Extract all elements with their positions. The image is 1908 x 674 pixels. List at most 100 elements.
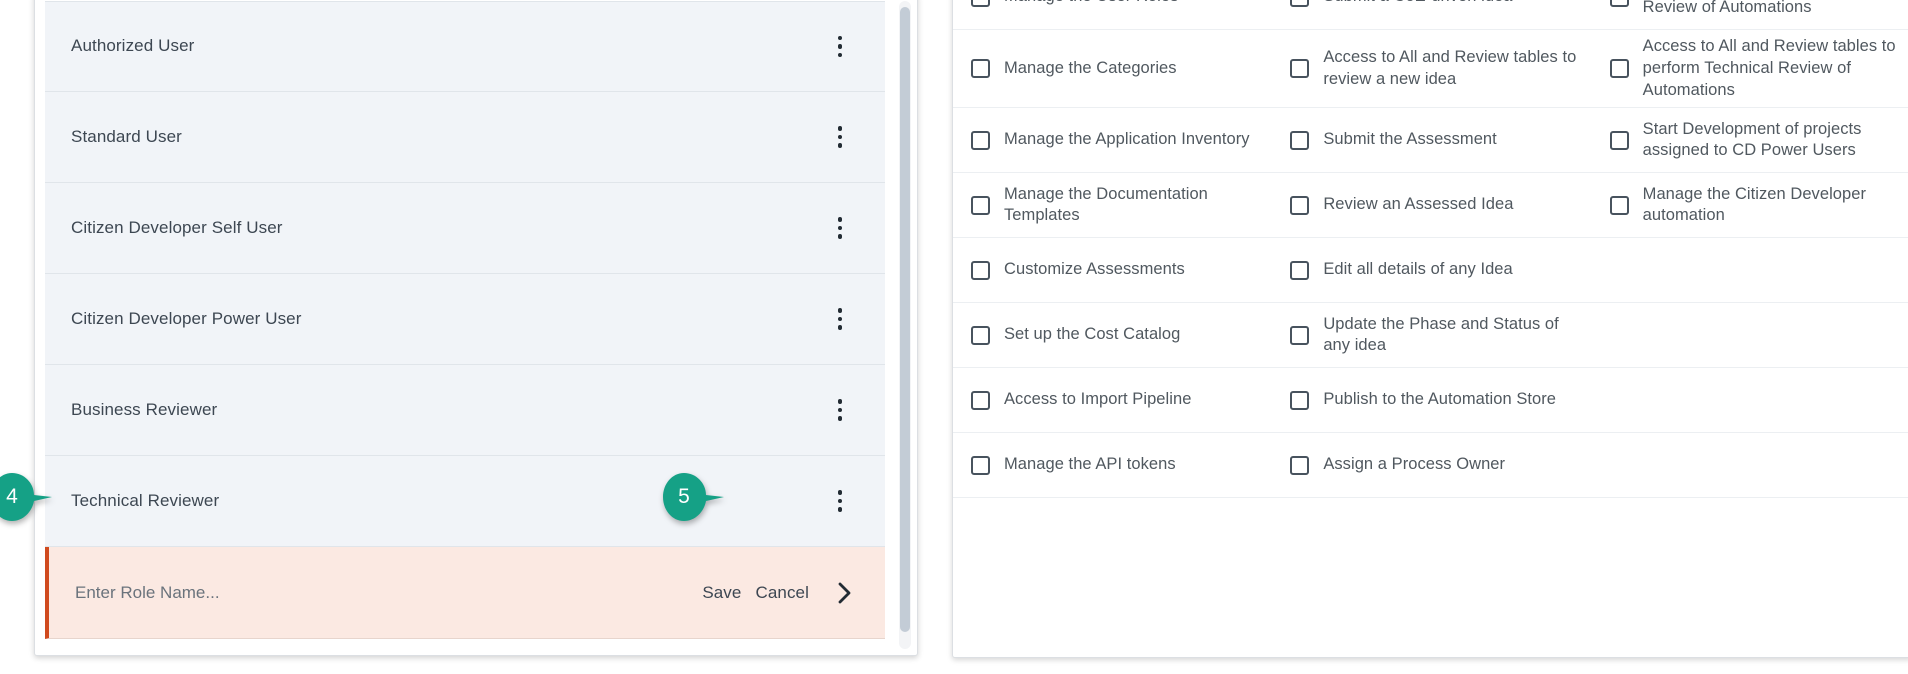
permission-row: Set up the Cost Catalog Update the Phase … <box>953 303 1908 368</box>
permission-row: Access to Import Pipeline Publish to the … <box>953 368 1908 433</box>
permission-cell[interactable]: Access to All and Review tables to revie… <box>1272 30 1591 107</box>
role-name-input[interactable] <box>75 583 505 603</box>
roles-scrollbar-track[interactable] <box>899 1 911 649</box>
kebab-menu-icon[interactable] <box>823 393 857 427</box>
permission-cell[interactable]: Manage the User Roles <box>953 0 1272 29</box>
role-list-item[interactable]: Citizen Developer Self User <box>45 183 885 274</box>
role-list-item[interactable]: Authorized User <box>45 1 885 92</box>
checkbox-icon[interactable] <box>1610 0 1629 7</box>
permission-row: Manage the API tokens Assign a Process Ow… <box>953 433 1908 498</box>
role-list-item[interactable]: Business Reviewer <box>45 365 885 456</box>
permissions-table: Manage the User Roles Submit a CoE-driven… <box>953 0 1908 498</box>
role-list-item-label: Citizen Developer Self User <box>71 218 283 238</box>
checkbox-icon[interactable] <box>971 326 990 345</box>
permission-cell[interactable]: Customize Assessments <box>953 238 1272 302</box>
role-list-item[interactable]: Citizen Developer Power User <box>45 274 885 365</box>
permission-label: Assign a Process Owner <box>1323 454 1505 476</box>
role-list-item-label: Standard User <box>71 127 182 147</box>
permission-cell[interactable]: Assign a Process Owner <box>1272 433 1591 497</box>
permission-label: Access to Import Pipeline <box>1004 389 1191 411</box>
permission-label: Manage the Documentation Templates <box>1004 184 1258 228</box>
permission-cell[interactable]: Manage the Documentation Templates <box>953 173 1272 237</box>
permission-label: Access to All and Review tables to revie… <box>1323 47 1577 91</box>
permission-label: Manage the Application Inventory <box>1004 129 1250 151</box>
checkbox-icon[interactable] <box>971 456 990 475</box>
permission-label: Submit a CoE-driven idea <box>1323 0 1512 8</box>
permission-cell-empty <box>1592 368 1908 432</box>
roles-card: Authorized User Standard User Citizen Deve… <box>34 0 918 656</box>
kebab-menu-icon[interactable] <box>823 484 857 518</box>
checkbox-icon[interactable] <box>1290 0 1309 7</box>
permission-label: Publish to the Automation Store <box>1323 389 1556 411</box>
permission-label: Review an Assessed Idea <box>1323 194 1513 216</box>
permission-label: Manage the User Roles <box>1004 0 1178 8</box>
permission-label: Update the Phase and Status of any idea <box>1323 314 1577 358</box>
role-list-item[interactable]: Technical Reviewer <box>45 456 885 547</box>
kebab-menu-icon[interactable] <box>823 211 857 245</box>
checkbox-icon[interactable] <box>1290 131 1309 150</box>
permission-cell[interactable]: Manage the Citizen Developer automation <box>1592 173 1908 237</box>
permission-cell[interactable]: Publish to the Automation Store <box>1272 368 1591 432</box>
checkbox-icon[interactable] <box>1290 261 1309 280</box>
permission-cell[interactable]: Access to All and Review tables to perfo… <box>1592 30 1908 107</box>
permission-label: Set up the Cost Catalog <box>1004 324 1180 346</box>
permission-cell[interactable]: Manage the Categories <box>953 30 1272 107</box>
permissions-pane: Manage the User Roles Submit a CoE-driven… <box>930 0 1908 674</box>
checkbox-icon[interactable] <box>1290 391 1309 410</box>
permission-label: Manage the API tokens <box>1004 454 1176 476</box>
role-list-item[interactable]: Standard User <box>45 92 885 183</box>
permission-cell[interactable]: Submit a CoE-driven idea <box>1272 0 1591 29</box>
checkbox-icon[interactable] <box>1290 326 1309 345</box>
permission-cell[interactable]: Update the Phase and Status of any idea <box>1272 303 1591 367</box>
permissions-card: Manage the User Roles Submit a CoE-driven… <box>952 0 1908 658</box>
checkbox-icon[interactable] <box>1290 456 1309 475</box>
permission-cell-empty <box>1592 303 1908 367</box>
permission-row: Manage the Documentation Templates Review… <box>953 173 1908 238</box>
permission-label: Edit all details of any Idea <box>1323 259 1512 281</box>
checkbox-icon[interactable] <box>971 59 990 78</box>
permission-cell-empty <box>1592 433 1908 497</box>
checkbox-icon[interactable] <box>1290 196 1309 215</box>
permission-label: Access to All and Review tables to perfo… <box>1643 36 1897 101</box>
kebab-menu-icon[interactable] <box>823 302 857 336</box>
checkbox-icon[interactable] <box>1610 196 1629 215</box>
checkbox-icon[interactable] <box>971 0 990 7</box>
checkbox-icon[interactable] <box>1610 59 1629 78</box>
chevron-right-icon[interactable] <box>837 582 853 604</box>
permission-cell[interactable]: Access to Import Pipeline <box>953 368 1272 432</box>
permission-row: Manage the Categories Access to All and R… <box>953 30 1908 108</box>
roles-scroll-area[interactable]: Authorized User Standard User Citizen Deve… <box>45 1 911 649</box>
permission-cell[interactable]: Manage the API tokens <box>953 433 1272 497</box>
role-list-item-label: Technical Reviewer <box>71 491 219 511</box>
step-marker-4-label: 4 <box>0 471 34 523</box>
permission-row: Customize Assessments Edit all details of… <box>953 238 1908 303</box>
new-role-actions: Save Cancel <box>702 582 863 604</box>
permission-label: Customize Assessments <box>1004 259 1185 281</box>
checkbox-icon[interactable] <box>971 391 990 410</box>
permission-cell[interactable]: Edit all details of any Idea <box>1272 238 1591 302</box>
permission-label: Manage the Categories <box>1004 58 1177 80</box>
checkbox-icon[interactable] <box>971 261 990 280</box>
permission-label: Manage the Citizen Developer automation <box>1643 184 1897 228</box>
permission-cell[interactable]: Review an Assessed Idea <box>1272 173 1591 237</box>
permission-label: Start Development of projects assigned t… <box>1643 119 1897 163</box>
roles-pane: Authorized User Standard User Citizen Deve… <box>0 0 930 674</box>
new-role-row: Save Cancel <box>45 547 885 639</box>
permission-cell[interactable]: Start Development of projects assigned t… <box>1592 108 1908 172</box>
cancel-button[interactable]: Cancel <box>755 583 809 603</box>
checkbox-icon[interactable] <box>971 196 990 215</box>
permission-cell[interactable]: Manage the Application Inventory <box>953 108 1272 172</box>
permission-cell[interactable]: tables to perform Business Review of Aut… <box>1592 0 1908 29</box>
permission-cell[interactable]: Set up the Cost Catalog <box>953 303 1272 367</box>
checkbox-icon[interactable] <box>1610 131 1629 150</box>
role-list-item-label: Citizen Developer Power User <box>71 309 302 329</box>
checkbox-icon[interactable] <box>1290 59 1309 78</box>
kebab-menu-icon[interactable] <box>823 30 857 64</box>
permission-label: Submit the Assessment <box>1323 129 1496 151</box>
roles-scrollbar-thumb[interactable] <box>900 7 910 632</box>
checkbox-icon[interactable] <box>971 131 990 150</box>
role-list-item-label: Authorized User <box>71 36 194 56</box>
save-button[interactable]: Save <box>702 583 741 603</box>
permission-cell[interactable]: Submit the Assessment <box>1272 108 1591 172</box>
kebab-menu-icon[interactable] <box>823 120 857 154</box>
